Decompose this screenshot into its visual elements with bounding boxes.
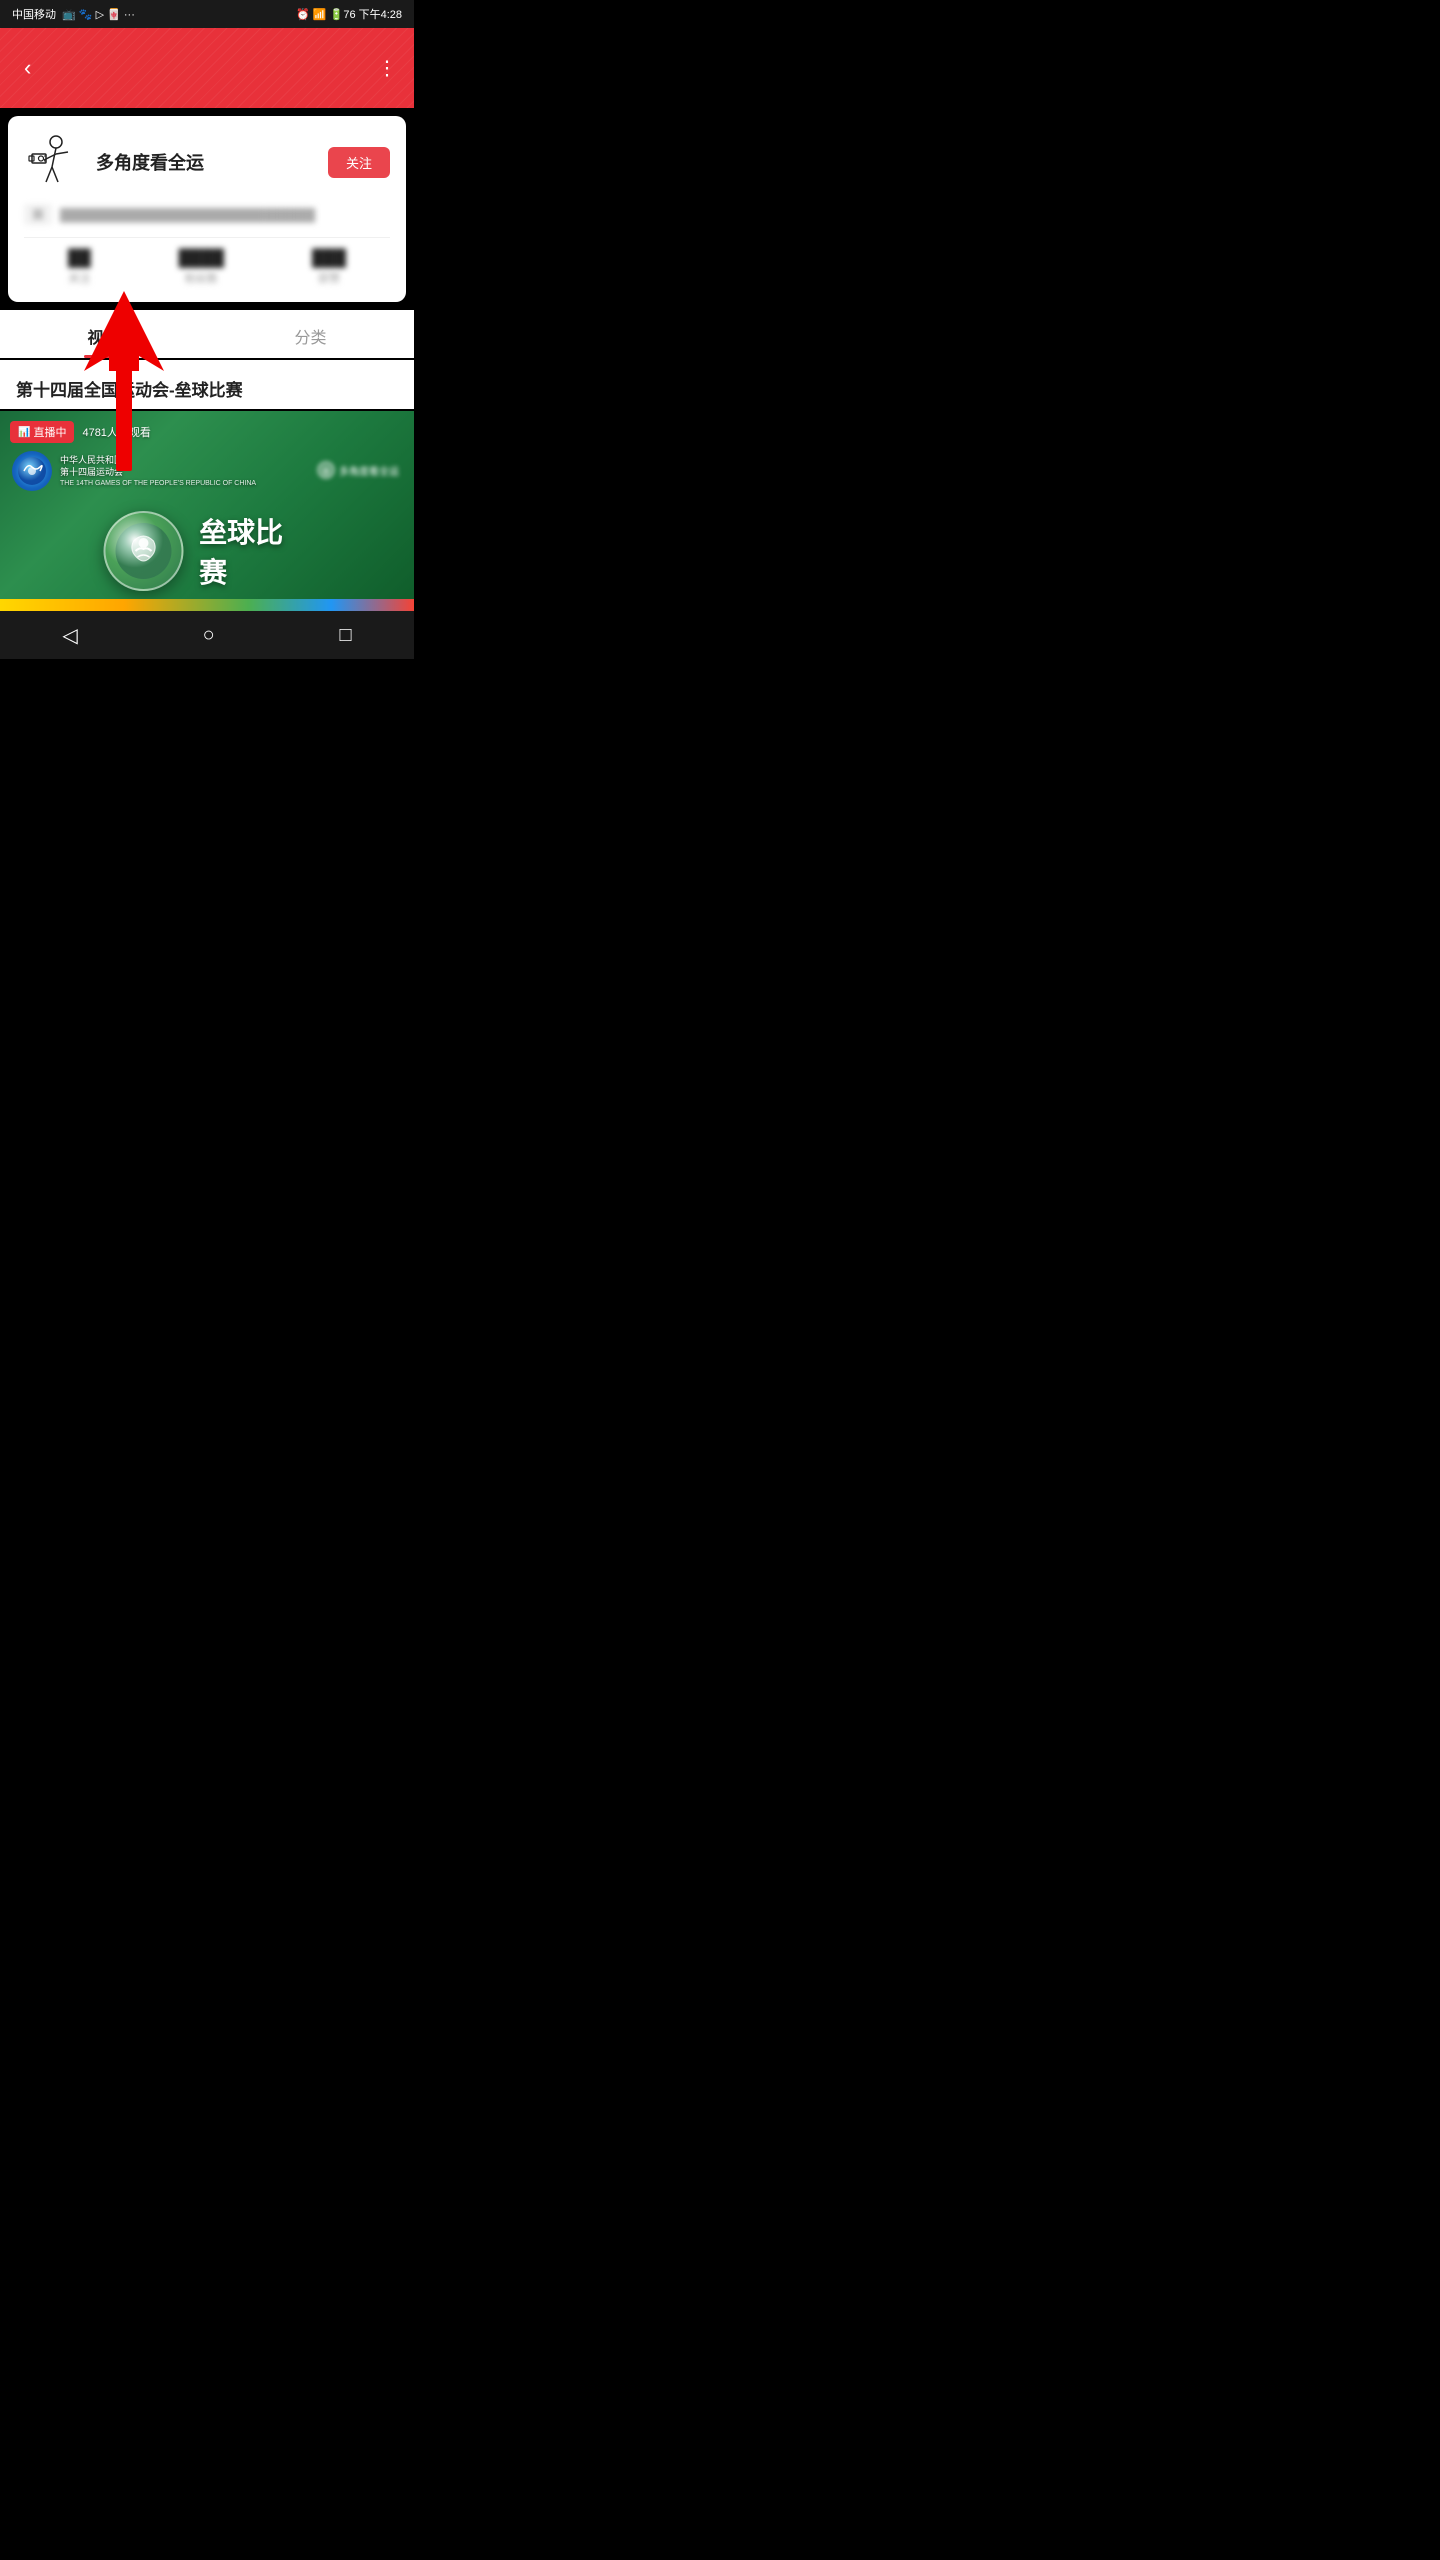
- sport-title: 垒球比赛: [199, 511, 310, 591]
- sport-logo-area: 垒球比赛: [104, 511, 311, 591]
- profile-top: 多角度看全运 关注: [24, 132, 390, 192]
- alarm-icon: ⏰: [296, 8, 310, 21]
- stat-likes-label: 获赞: [312, 270, 346, 286]
- stat-fans-num: ████: [179, 250, 224, 268]
- nav-bar: ◁ ○ □: [0, 611, 414, 659]
- blurred-desc: ██████████████████████████████: [60, 208, 315, 222]
- event-logo-circle: [12, 451, 52, 491]
- status-right: ⏰ 📶 🔋76 下午4:28: [296, 6, 402, 22]
- tabs-container: 视频 分类: [0, 310, 414, 358]
- back-button[interactable]: ‹: [16, 47, 39, 89]
- video-card[interactable]: 📊 直播中 4781人次观看: [0, 411, 414, 611]
- tab-category[interactable]: 分类: [207, 310, 414, 358]
- nav-recent-button[interactable]: □: [319, 616, 371, 655]
- event-logo-area: 中华人民共和国 第十四届运动会 THE 14TH GAMES OF THE PE…: [12, 451, 256, 491]
- top-header: ‹ ⋮: [0, 28, 414, 108]
- sport-ball-icon: [104, 511, 184, 591]
- status-bar: 中国移动 📺 🐾 ▷ 🀄 ··· ⏰ 📶 🔋76 下午4:28: [0, 0, 414, 28]
- profile-card: 多角度看全运 关注 赛 ████████████████████████████…: [8, 116, 406, 302]
- stat-follow-num: ██: [68, 250, 91, 268]
- video-section: 📊 直播中 4781人次观看: [0, 411, 414, 611]
- profile-avatar: [24, 132, 84, 192]
- video-thumbnail: 📊 直播中 4781人次观看: [0, 411, 414, 611]
- channel-brand: 全 多角度看全运: [317, 461, 399, 479]
- stat-item-follow: ██ 关注: [68, 250, 91, 286]
- battery-icon: 🔋76: [330, 8, 356, 21]
- stat-fans-label: 粉丝数: [179, 270, 224, 286]
- live-bar-icon: 📊: [18, 427, 30, 438]
- viewer-count: 4781人次观看: [82, 424, 150, 440]
- event-text: 中华人民共和国 第十四届运动会 THE 14TH GAMES OF THE PE…: [60, 454, 256, 489]
- time-label: 下午4:28: [359, 6, 402, 22]
- carrier-label: 中国移动 📺 🐾 ▷ 🀄 ···: [12, 6, 135, 22]
- tab-video[interactable]: 视频: [0, 310, 207, 358]
- stat-follow-label: 关注: [68, 270, 91, 286]
- channel-brand-text: 多角度看全运: [339, 463, 399, 478]
- live-badge-row: 📊 直播中 4781人次观看: [10, 421, 151, 443]
- profile-info: 多角度看全运: [24, 132, 204, 192]
- bottom-decoration: [0, 599, 414, 611]
- svg-text:全: 全: [322, 466, 330, 476]
- blurred-info-row: 赛 ██████████████████████████████: [24, 204, 390, 225]
- profile-name: 多角度看全运: [96, 149, 204, 175]
- stat-item-likes: ███ 获赞: [312, 250, 346, 286]
- stats-row: ██ 关注 ████ 粉丝数 ███ 获赞: [24, 237, 390, 286]
- blurred-tag: 赛: [24, 204, 52, 225]
- more-button[interactable]: ⋮: [377, 56, 398, 81]
- nav-home-button[interactable]: ○: [183, 616, 235, 655]
- stat-item-fans: ████ 粉丝数: [179, 250, 224, 286]
- wifi-icon: 📶: [313, 8, 327, 21]
- live-badge: 📊 直播中: [10, 421, 74, 443]
- section-title: 第十四届全国运动会-垒球比赛: [0, 360, 414, 409]
- nav-back-button[interactable]: ◁: [42, 615, 97, 656]
- stat-likes-num: ███: [312, 250, 346, 268]
- follow-button[interactable]: 关注: [328, 147, 390, 178]
- cameraman-icon: [24, 132, 84, 192]
